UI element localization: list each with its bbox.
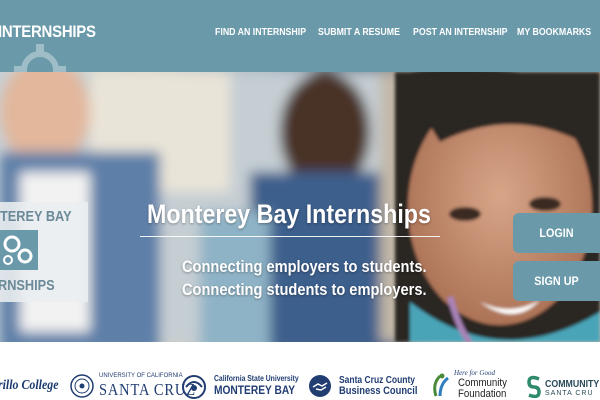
cabrillo-logo-text: rillo College (0, 378, 59, 393)
nav-find-internship[interactable]: FIND AN INTERNSHIP (215, 27, 306, 38)
gear-icon (14, 44, 66, 72)
partner-ucsc[interactable]: UNIVERSITY OF CALIFORNIA SANTA CRUZ (70, 372, 195, 399)
uc-seal-icon (70, 374, 94, 398)
csumb-logo-bottom: MONTEREY BAY (214, 383, 296, 397)
partner-santa-cruz-business-council[interactable]: Santa Cruz County Business Council (308, 372, 418, 398)
sccbc-logo-bottom: Business Council (339, 385, 418, 397)
partner-community-foundation-santa-cruz[interactable]: COMMUNITY F SANTA CRU (527, 372, 600, 398)
hero-divider (140, 236, 440, 237)
partner-logos: rillo College UNIVERSITY OF CALIFORNIA S… (0, 342, 600, 400)
hero-logo-text-bottom: RNSHIPS (0, 277, 55, 294)
hero-subtitle-line1: Connecting employers to students. (182, 257, 427, 276)
signup-button[interactable]: SIGN UP (513, 261, 600, 301)
main-nav: FIND AN INTERNSHIP SUBMIT A RESUME POST … (0, 27, 600, 43)
hero-logo-text-top: TEREY BAY (0, 208, 72, 225)
community-foundation-icon (433, 373, 449, 397)
hero-subtitle-line2: Connecting students to employers. (182, 280, 427, 299)
nav-my-bookmarks[interactable]: MY BOOKMARKS (517, 27, 591, 38)
partner-cabrillo-college[interactable]: rillo College (0, 372, 62, 398)
gears-icon (0, 230, 38, 270)
partner-csumb[interactable]: California State University MONTEREY BAY (178, 372, 299, 399)
csumb-otter-icon (182, 375, 206, 399)
csumb-logo-top: California State University (214, 374, 299, 383)
hero-banner: TEREY BAY RNSHIPS Monterey Bay Internshi… (0, 72, 600, 342)
ccf-logo-line2: Foundation (458, 388, 507, 400)
partner-community-foundation[interactable]: Here for Good Community Foundation (430, 369, 515, 400)
ucsc-logo-top: UNIVERSITY OF CALIFORNIA (99, 373, 183, 379)
login-button-label: LOGIN (539, 226, 574, 240)
signup-button-label: SIGN UP (534, 274, 579, 288)
cfsc-logo-line1: COMMUNITY F (545, 379, 600, 390)
nav-submit-resume[interactable]: SUBMIT A RESUME (318, 27, 400, 38)
hero-logo-card: TEREY BAY RNSHIPS (0, 202, 88, 302)
ccf-tagline: Here for Good (454, 369, 495, 377)
hero-title: Monterey Bay Internships (147, 199, 431, 229)
handshake-icon (309, 375, 331, 397)
site-header: INTERNSHIPS FIND AN INTERNSHIP SUBMIT A … (0, 0, 600, 72)
cfsc-logo-line2: SANTA CRU (545, 390, 594, 397)
login-button[interactable]: LOGIN (513, 213, 600, 253)
cfsc-s-icon (527, 375, 541, 398)
nav-post-internship[interactable]: POST AN INTERNSHIP (413, 27, 508, 38)
